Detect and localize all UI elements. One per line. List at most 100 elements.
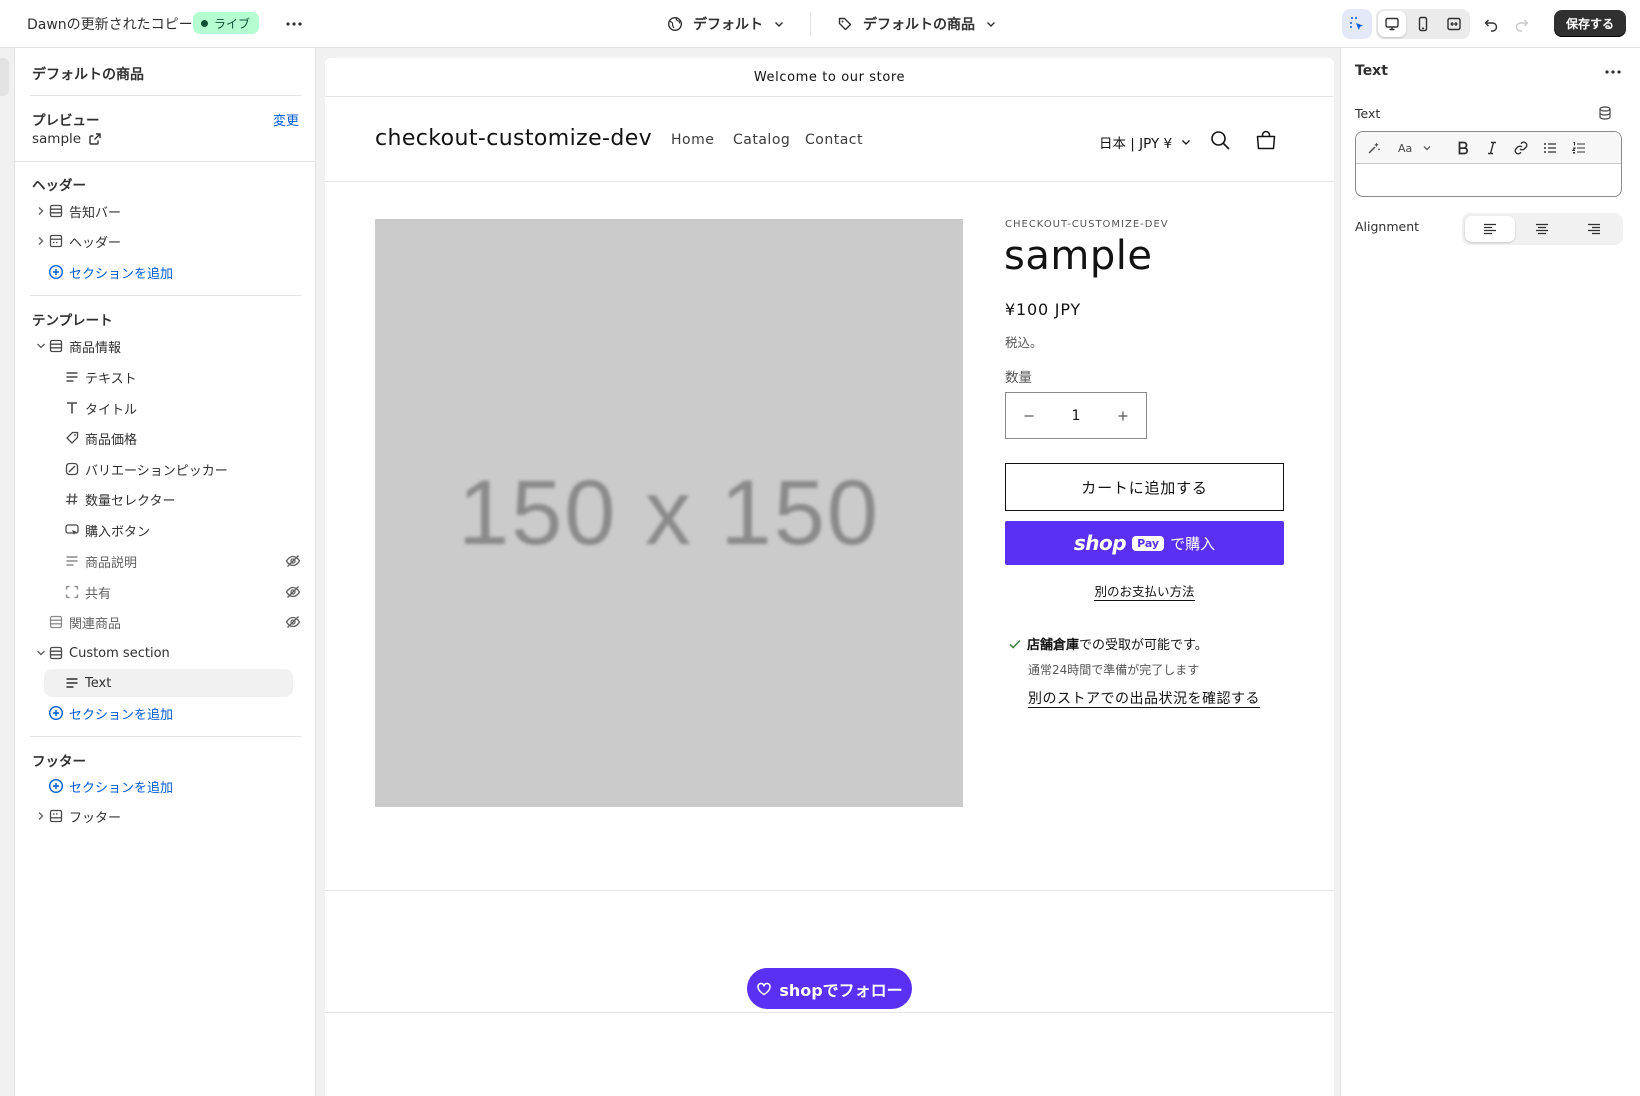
- magic-button[interactable]: [1366, 140, 1382, 156]
- sections-rail-tab[interactable]: [0, 58, 9, 96]
- add-section-template-button[interactable]: セクションを追加: [30, 699, 308, 727]
- align-center-icon: [1536, 223, 1548, 235]
- nav-link-contact[interactable]: Contact: [805, 132, 863, 148]
- align-right-button[interactable]: [1569, 216, 1619, 242]
- add-section-footer-button[interactable]: セクションを追加: [30, 772, 308, 800]
- eye-hidden-icon[interactable]: [285, 584, 301, 600]
- status-badge-label: ライブ: [214, 16, 251, 31]
- nav-link-home[interactable]: Home: [671, 132, 714, 148]
- block-item-label: 数量セレクター: [85, 493, 176, 509]
- numbered-list-button[interactable]: [1571, 140, 1587, 156]
- block-item-text-selected[interactable]: Text: [44, 669, 293, 697]
- block-more-actions-button[interactable]: [1603, 62, 1623, 82]
- eye-hidden-icon[interactable]: [285, 553, 301, 569]
- divider: [15, 161, 316, 162]
- quantity-decrease-button[interactable]: [1006, 393, 1052, 438]
- header-group-heading: ヘッダー: [32, 178, 86, 194]
- align-left-button[interactable]: [1465, 216, 1515, 242]
- rich-text-input[interactable]: [1356, 164, 1621, 196]
- desktop-preview-button[interactable]: [1378, 11, 1406, 37]
- sidebar-item-announcement-bar[interactable]: 告知バー: [30, 197, 308, 225]
- select-cursor-icon: [1350, 17, 1363, 30]
- block-item-variant-picker[interactable]: バリエーションピッカー: [30, 455, 308, 483]
- check-other-stores-link[interactable]: 別のストアでの出品状況を確認する: [1028, 688, 1260, 708]
- inspector-toggle-button[interactable]: [1342, 9, 1372, 39]
- product-price: ¥100 JPY: [1005, 300, 1081, 319]
- add-circle-icon: [48, 264, 64, 280]
- sidebar-item-footer[interactable]: フッター: [30, 802, 308, 830]
- block-item-description[interactable]: 商品説明: [30, 547, 308, 575]
- align-center-button[interactable]: [1517, 216, 1567, 242]
- quantity-increase-button[interactable]: [1100, 393, 1146, 438]
- settings-title: Text: [1355, 63, 1388, 79]
- shop-pay-button[interactable]: shop Pay で購入: [1005, 521, 1284, 565]
- divider: [30, 95, 301, 96]
- bold-icon: [1458, 141, 1469, 155]
- sidebar-item-product-info[interactable]: 商品情報: [30, 332, 308, 360]
- font-size-icon: Aa: [1398, 142, 1412, 155]
- sidebar-item-label: 関連商品: [69, 616, 122, 632]
- block-item-share[interactable]: 共有: [30, 578, 308, 606]
- cart-button[interactable]: [1254, 128, 1278, 152]
- follow-on-shop-button[interactable]: shopでフォロー: [747, 968, 912, 1009]
- template-selector[interactable]: デフォルト: [667, 12, 785, 36]
- check-other-stores-label: 別のストアでの出品状況を確認する: [1028, 691, 1260, 708]
- chevron-down-icon: [37, 650, 45, 656]
- block-item-text[interactable]: テキスト: [30, 363, 308, 391]
- header-section-icon: [49, 234, 63, 248]
- sidebar-item-label: Custom section: [69, 645, 170, 661]
- desktop-icon: [1385, 17, 1399, 31]
- add-section-header-button[interactable]: セクションを追加: [30, 258, 308, 286]
- undo-button[interactable]: [1476, 9, 1506, 39]
- globe-icon: [667, 16, 683, 32]
- buy-button-icon: [65, 524, 79, 535]
- product-selector-label: デフォルトの商品: [863, 17, 975, 33]
- expand-icon: [1447, 17, 1461, 31]
- more-payment-options-link[interactable]: 別のお支払い方法: [1005, 581, 1284, 601]
- sidebar-item-related-products[interactable]: 関連商品: [30, 608, 308, 636]
- nav-link-catalog[interactable]: Catalog: [733, 132, 790, 148]
- bullet-list-button[interactable]: [1542, 140, 1558, 156]
- link-button[interactable]: [1513, 140, 1529, 156]
- pickup-location: 店舗倉庫: [1027, 638, 1080, 653]
- product-selector[interactable]: デフォルトの商品: [837, 12, 997, 36]
- block-item-label: 商品説明: [85, 555, 138, 571]
- redo-button[interactable]: [1507, 9, 1537, 39]
- eye-hidden-icon[interactable]: [285, 614, 301, 630]
- add-to-cart-button[interactable]: カートに追加する: [1005, 463, 1284, 511]
- preview-product-link[interactable]: sample: [32, 131, 102, 147]
- preview-change-link[interactable]: 変更: [273, 110, 299, 129]
- section-icon: [49, 646, 63, 660]
- quantity-input[interactable]: 1: [1052, 408, 1100, 424]
- search-icon: [1211, 131, 1230, 150]
- add-section-label: セクションを追加: [69, 266, 174, 282]
- product-image[interactable]: 150 x 150: [375, 219, 963, 807]
- svg-text:Aa: Aa: [1398, 142, 1412, 155]
- fullwidth-preview-button[interactable]: [1440, 11, 1468, 37]
- chevron-down-icon: [37, 343, 45, 349]
- block-item-title[interactable]: タイトル: [30, 394, 308, 422]
- font-size-dropdown[interactable]: Aa: [1396, 140, 1434, 156]
- store-logo[interactable]: checkout-customize-dev: [375, 126, 652, 151]
- block-item-quantity-selector[interactable]: 数量セレクター: [30, 485, 308, 513]
- bold-button[interactable]: [1455, 140, 1471, 156]
- block-item-label: 商品価格: [85, 432, 138, 448]
- theme-name[interactable]: Dawnの更新されたコピー: [27, 14, 193, 34]
- block-item-label: テキスト: [85, 371, 137, 387]
- save-button[interactable]: 保存する: [1554, 10, 1626, 37]
- dynamic-source-button[interactable]: [1597, 105, 1613, 121]
- sidebar-item-custom-section[interactable]: Custom section: [30, 639, 308, 667]
- search-button[interactable]: [1209, 129, 1231, 151]
- ellipsis-icon: [1605, 70, 1621, 74]
- footer-section-icon: [49, 809, 63, 823]
- announcement-bar[interactable]: Welcome to our store: [325, 58, 1334, 97]
- mobile-preview-button[interactable]: [1409, 11, 1437, 37]
- currency-selector[interactable]: 日本 | JPY ¥: [1099, 132, 1192, 152]
- sidebar-item-header[interactable]: ヘッダー: [30, 227, 308, 255]
- block-item-buy-button[interactable]: 購入ボタン: [30, 516, 308, 544]
- pickup-ready-time: 通常24時間で準備が完了します: [1028, 663, 1200, 677]
- italic-button[interactable]: [1484, 140, 1500, 156]
- variant-picker-icon: [65, 462, 79, 476]
- theme-more-actions-button[interactable]: [284, 14, 304, 34]
- block-item-price[interactable]: 商品価格: [30, 424, 308, 452]
